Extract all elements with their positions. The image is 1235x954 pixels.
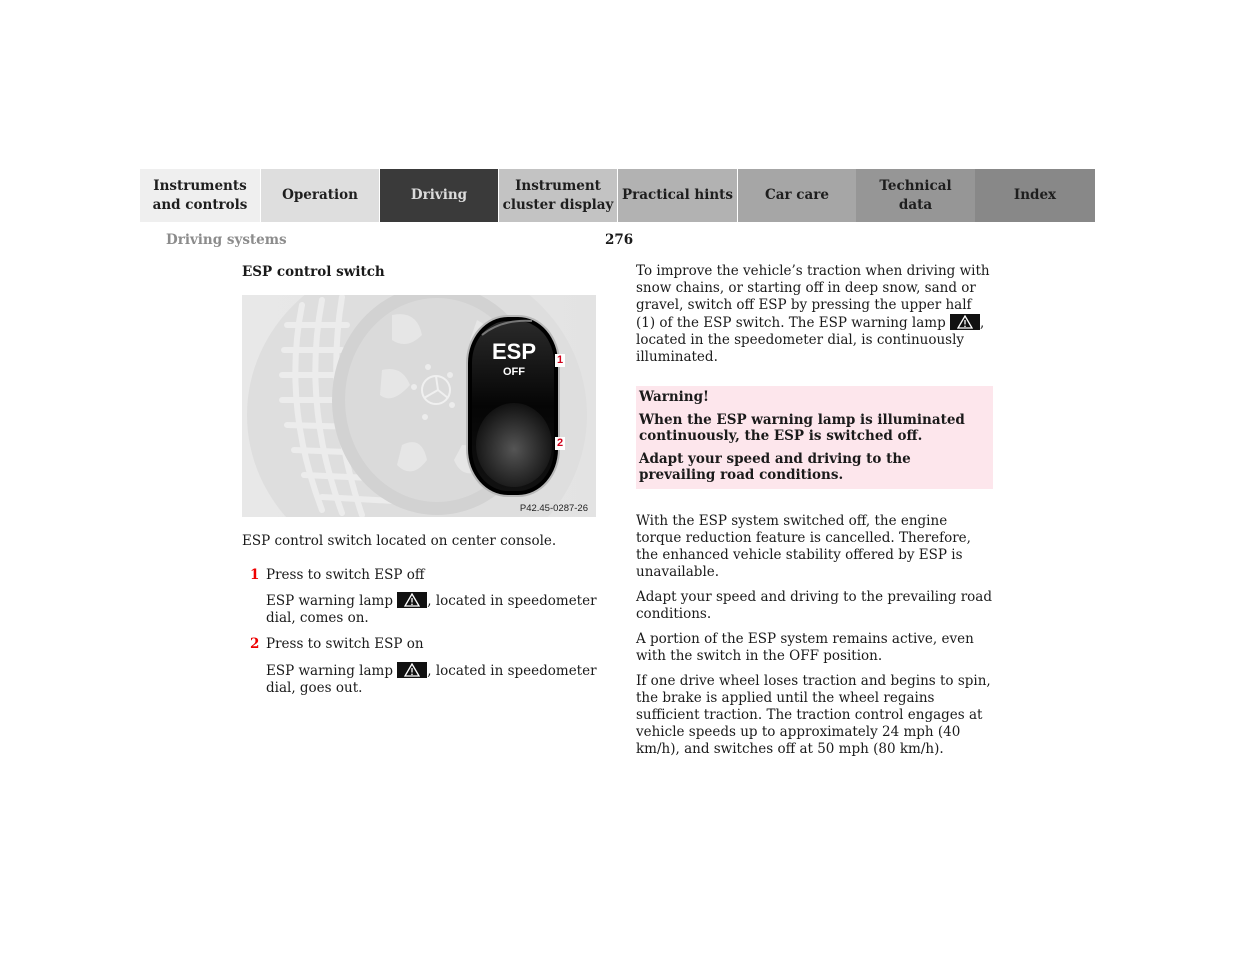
tab-label: Operation [282,187,358,203]
tab-practical-hints[interactable]: Practical hints [617,169,737,222]
esp-switch-figure: ESP OFF 1 2 P42.45-0287-26 [242,295,596,517]
step-number: 2 [250,636,260,652]
switch-label-off: OFF [503,366,525,378]
section-heading: ESP control switch [242,264,385,280]
figure-caption: ESP control switch located on center con… [242,533,557,549]
warning-title: Warning! [639,389,709,405]
tab-label: Technical data [879,177,952,213]
tab-label: Practical hints [622,187,733,203]
paragraph: If one drive wheel loses traction and be… [636,673,991,757]
section-title: Driving systems [166,232,287,248]
step-1: 1 Press to switch ESP off [242,567,598,584]
intro-paragraph: To improve the vehicle’s traction when d… [636,263,994,366]
detail-text: ESP warning lamp [266,663,398,679]
step-detail: ESP warning lamp , located in speedomete… [266,662,598,697]
tab-label: Car care [765,187,829,203]
step-number: 1 [250,567,260,583]
right-column: To improve the vehicle’s traction when d… [636,263,994,758]
tab-technical-data[interactable]: Technical data [856,169,975,222]
callout-1: 1 [555,354,565,367]
tab-index[interactable]: Index [975,169,1095,222]
tab-label: Driving [410,187,468,203]
tab-label: Instruments and controls [152,177,248,213]
tab-label: Instrument cluster display [502,177,614,213]
warning-line: When the ESP warning lamp is illuminated… [639,412,965,444]
warning-box: Warning! When the ESP warning lamp is il… [636,386,993,489]
paragraph: With the ESP system switched off, the en… [636,513,971,580]
callout-2: 2 [555,437,565,450]
switch-label-esp: ESP [492,339,536,364]
warning-triangle-icon [397,592,428,608]
tab-label: Index [1013,187,1057,203]
tab-driving[interactable]: Driving [379,169,498,222]
detail-text: ESP warning lamp [266,593,398,609]
tab-car-care[interactable]: Car care [737,169,856,222]
tab-instruments-and-controls[interactable]: Instruments and controls [140,169,260,222]
step-text: Press to switch ESP on [266,636,424,652]
warning-triangle-icon [950,314,981,330]
paragraph: Adapt your speed and driving to the prev… [636,589,992,622]
page-number: 276 [605,232,634,248]
intro-text: To improve the vehicle’s traction when d… [636,263,990,331]
esp-switch-illustration: ESP OFF [242,295,596,517]
step-text: Press to switch ESP off [266,567,425,583]
left-column: ESP control switch ESP OFF 1 2 P42.45-02… [242,263,598,697]
step-detail: ESP warning lamp , located in speedomete… [266,592,598,627]
tab-instrument-cluster-display[interactable]: Instrument cluster display [498,169,617,222]
warning-line: Adapt your speed and driving to the prev… [639,451,911,483]
paragraph: A portion of the ESP system remains acti… [636,631,974,664]
step-2: 2 Press to switch ESP on [242,636,598,653]
figure-code: P42.45-0287-26 [519,503,588,514]
warning-triangle-icon [397,662,428,678]
chapter-nav: Instruments and controls Operation Drivi… [140,169,1095,222]
tab-operation[interactable]: Operation [260,169,379,222]
